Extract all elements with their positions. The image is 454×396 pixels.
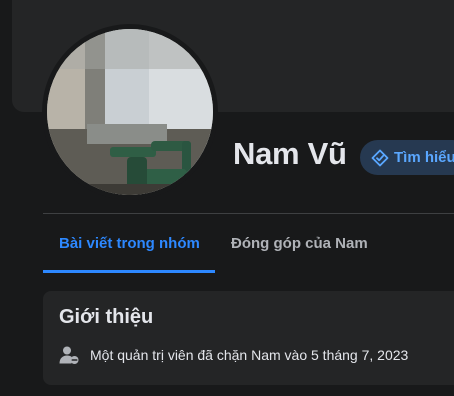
learn-more-button[interactable]: Tìm hiểu — [360, 140, 454, 175]
avatar-ring — [42, 24, 218, 200]
intro-card: Giới thiệu Một quản trị viên đã chặn Nam… — [43, 291, 454, 385]
tab-label: Bài viết trong nhóm — [59, 235, 200, 252]
profile-avatar[interactable] — [47, 29, 213, 195]
intro-title: Giới thiệu — [59, 306, 154, 328]
tab-group-posts[interactable]: Bài viết trong nhóm — [43, 214, 215, 273]
intro-item-text: Một quản trị viên đã chặn Nam vào 5 thán… — [90, 347, 409, 363]
admin-block-icon — [59, 345, 79, 365]
intro-item: Một quản trị viên đã chặn Nam vào 5 thán… — [59, 345, 408, 365]
profile-header: Nam Vũ Tìm hiểu Bài viết trong nhóm Đóng… — [0, 0, 454, 275]
tab-label: Đóng góp của Nam — [231, 235, 368, 252]
tab-contributions[interactable]: Đóng góp của Nam — [231, 214, 368, 273]
avatar-photo — [47, 29, 213, 195]
profile-name: Nam Vũ — [233, 136, 347, 171]
admin-badge-icon — [371, 149, 389, 167]
profile-tabs: Bài viết trong nhóm Đóng góp của Nam — [43, 214, 368, 273]
learn-more-label: Tìm hiểu — [394, 149, 454, 166]
